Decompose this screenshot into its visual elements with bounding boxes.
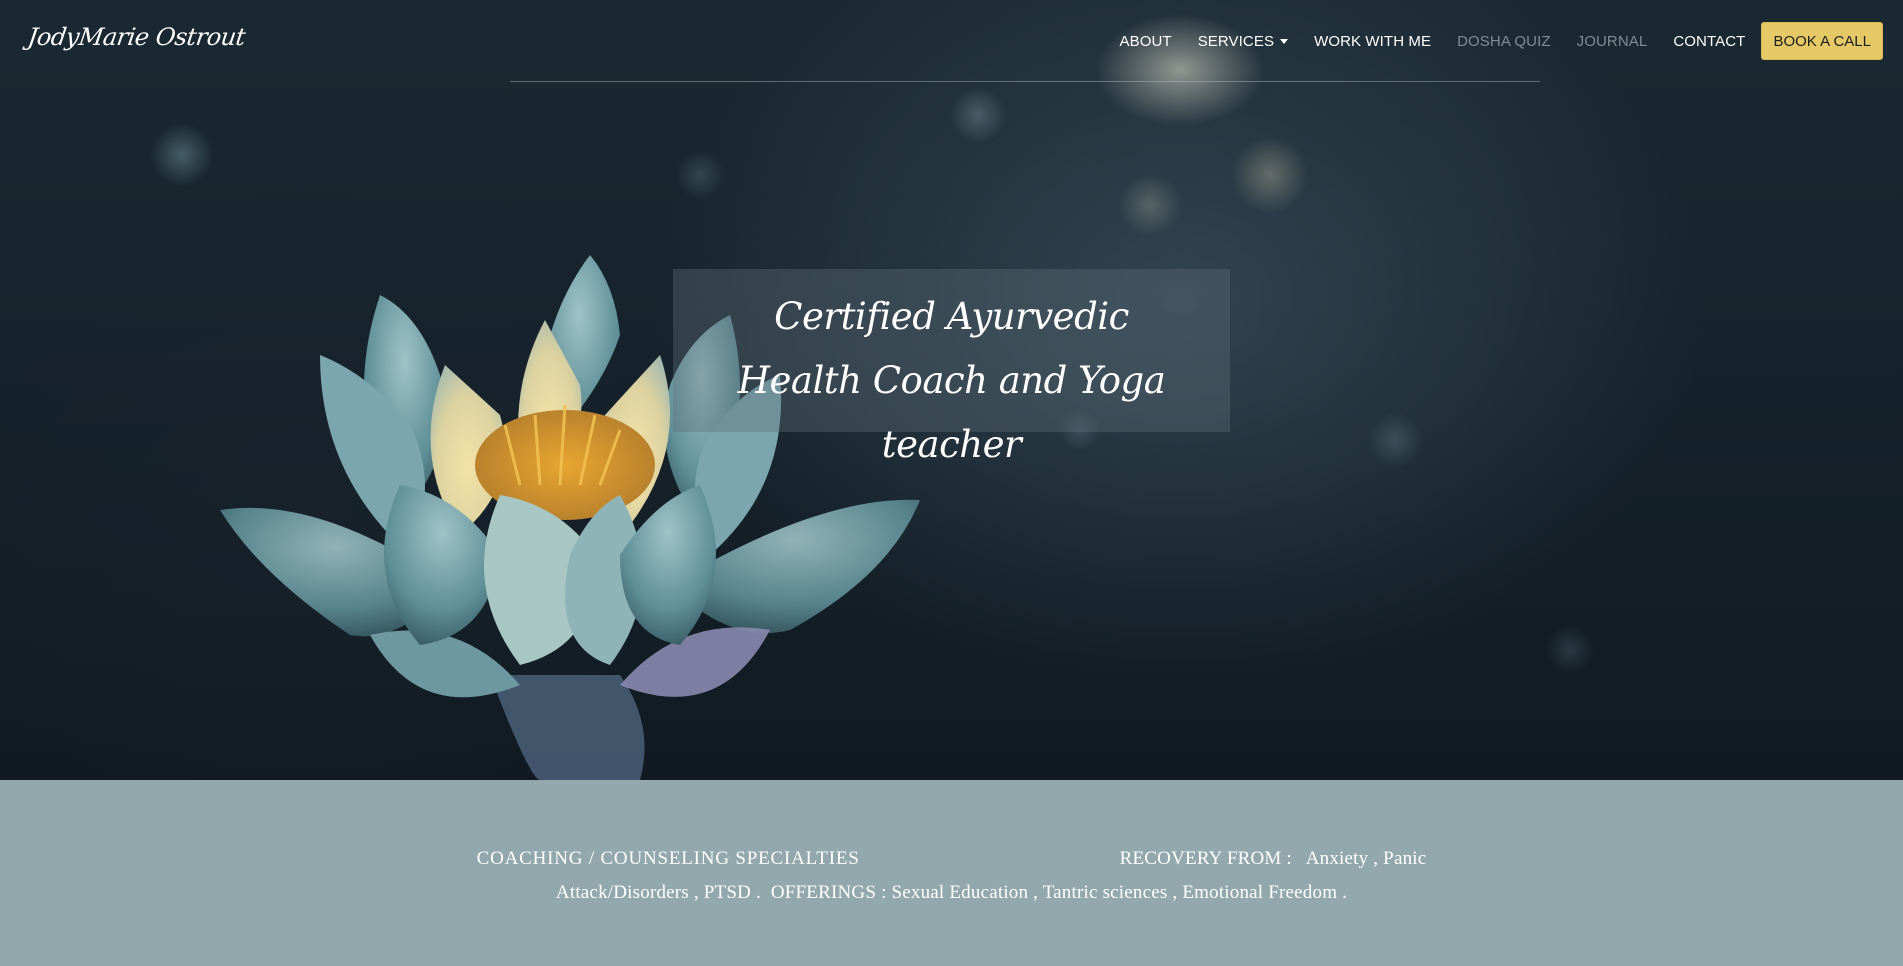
hero-section: JodyMarie Ostrout ABOUT SERVICES WORK WI… (0, 0, 1903, 780)
nav-contact[interactable]: CONTACT (1673, 33, 1745, 50)
main-nav: ABOUT SERVICES WORK WITH ME DOSHA QUIZ J… (1094, 22, 1883, 60)
hero-headline-box: Certified Ayurvedic Health Coach and Yog… (673, 269, 1230, 466)
hero-headline-line-1: Certified Ayurvedic (774, 295, 1129, 338)
book-a-call-button[interactable]: BOOK A CALL (1761, 22, 1883, 60)
nav-services-label: SERVICES (1197, 32, 1275, 50)
specialties-text: COACHING / COUNSELING SPECIALTIES RECOVER… (440, 842, 1463, 910)
header-divider (510, 81, 1540, 82)
offerings-items: Sexual Education , Tantric sciences , Em… (891, 882, 1348, 903)
specialties-title: COACHING / COUNSELING SPECIALTIES (476, 848, 860, 869)
nav-services[interactable]: SERVICES (1197, 32, 1289, 50)
site-logo[interactable]: JodyMarie Ostrout (26, 23, 247, 51)
nav-dosha-quiz[interactable]: DOSHA QUIZ (1457, 33, 1551, 50)
recovery-label: RECOVERY FROM : (1119, 848, 1292, 869)
caret-down-icon (1280, 39, 1289, 45)
offerings-label: OFFERINGS : (770, 882, 887, 903)
nav-journal[interactable]: JOURNAL (1577, 33, 1648, 50)
hero-headline-line-2: Health Coach and Yoga teacher (737, 359, 1166, 466)
specialties-section: COACHING / COUNSELING SPECIALTIES RECOVER… (0, 780, 1903, 966)
nav-about[interactable]: ABOUT (1120, 33, 1172, 50)
nav-work-with-me[interactable]: WORK WITH ME (1314, 33, 1431, 50)
